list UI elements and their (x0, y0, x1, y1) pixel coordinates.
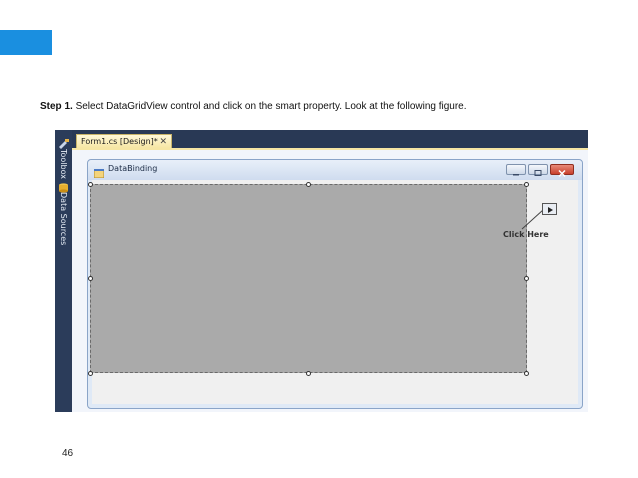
visual-studio-screenshot: Toolbox Data Sources Form1.cs [Design]* … (55, 130, 588, 412)
step-instruction: Step 1. Select DataGridView control and … (40, 101, 467, 112)
tab-label: Form1.cs [Design]* (81, 137, 158, 146)
click-here-callout: Click Here (503, 230, 549, 239)
smart-tag-arrow-icon[interactable] (542, 203, 557, 215)
data-sources-tab[interactable]: Data Sources (57, 192, 70, 245)
document-tab-bar: Form1.cs [Design]* ✕ (72, 130, 588, 148)
data-sources-icon (58, 180, 69, 193)
page-number: 46 (62, 448, 74, 459)
side-panel-strip: Toolbox Data Sources (55, 130, 72, 412)
close-tab-icon[interactable]: ✕ (159, 135, 167, 149)
step-label: Step 1. (40, 101, 73, 112)
tab-form1-design[interactable]: Form1.cs [Design]* ✕ (76, 134, 172, 148)
step-description: Select DataGridView control and click on… (72, 101, 467, 112)
toolbox-icon (58, 136, 69, 149)
slide-accent-bar (0, 30, 52, 55)
callout-arrow (521, 209, 544, 230)
toolbox-tab[interactable]: Toolbox (57, 149, 70, 179)
design-surface: DataBinding Click Here (72, 148, 588, 412)
